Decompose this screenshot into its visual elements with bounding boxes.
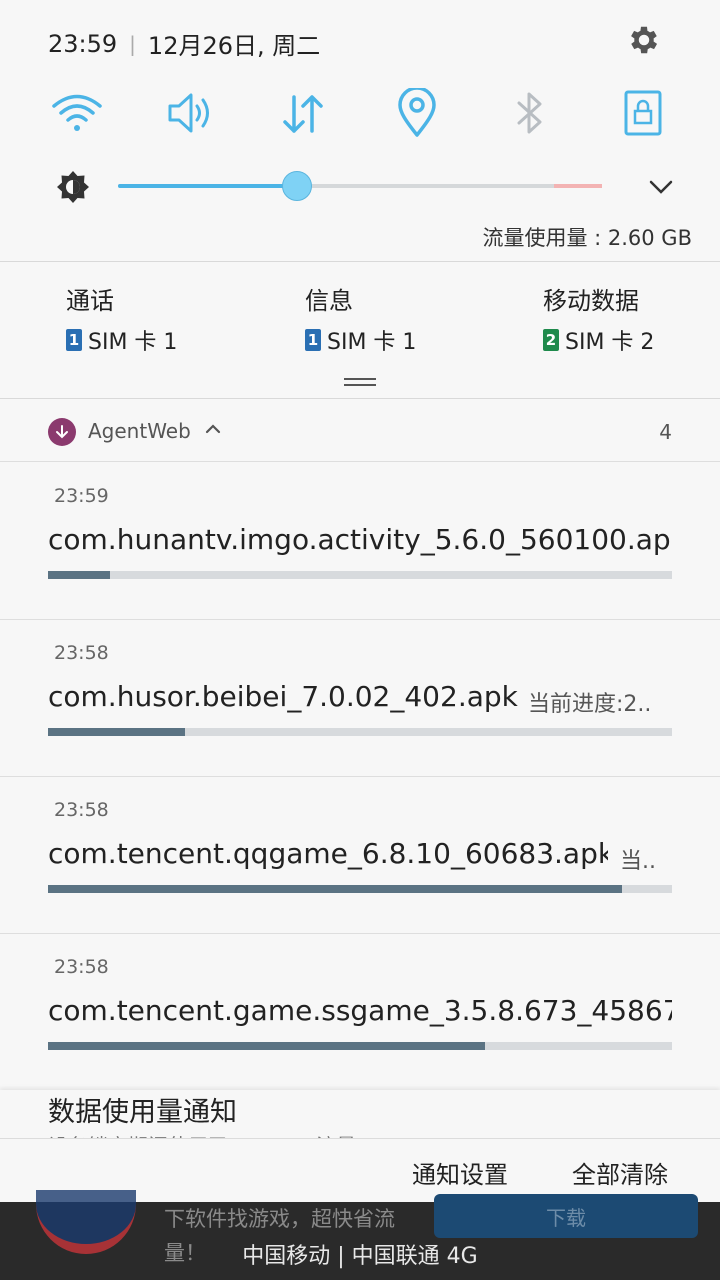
notification-time: 23:58 bbox=[54, 799, 109, 821]
chevron-down-icon[interactable] bbox=[646, 172, 676, 202]
clear-all-button[interactable]: 全部清除 bbox=[572, 1155, 668, 1190]
download-notification[interactable]: 23:59 com.hunantv.imgo.activity_5.6.0_56… bbox=[0, 463, 720, 620]
sim-1-badge-icon: 1 bbox=[66, 329, 82, 351]
download-notification[interactable]: 23:58 com.tencent.qqgame_6.8.10_60683.ap… bbox=[0, 777, 720, 934]
sim-mobile-data-label: SIM 卡 2 bbox=[565, 330, 655, 355]
brightness-slider-fill bbox=[118, 184, 298, 188]
sim-mobile-data-title: 移动数据 bbox=[543, 287, 639, 315]
notification-title: com.hunantv.imgo.activity_5.6.0_560100.a… bbox=[48, 523, 672, 556]
sound-toggle[interactable] bbox=[163, 86, 217, 140]
sim-calls[interactable]: 通话 1 SIM 卡 1 bbox=[66, 281, 177, 356]
download-progress-bar bbox=[48, 885, 672, 893]
sim-messages-title: 信息 bbox=[305, 287, 353, 315]
sim-2-badge-icon: 2 bbox=[543, 329, 559, 351]
wifi-toggle[interactable] bbox=[50, 86, 104, 140]
data-usage-label: 流量使用量 : 2.60 GB bbox=[482, 226, 692, 250]
mobile-data-icon bbox=[283, 95, 324, 133]
sim-calls-title: 通话 bbox=[66, 287, 114, 315]
screen-lock-toggle[interactable] bbox=[616, 86, 670, 140]
sim-calls-label: SIM 卡 1 bbox=[88, 330, 178, 355]
bluetooth-toggle[interactable] bbox=[503, 86, 557, 140]
notification-count: 4 bbox=[659, 420, 672, 444]
location-toggle[interactable] bbox=[390, 86, 444, 140]
data-usage-notification[interactable]: 数据使用量通知 设备锁定期间使用了 114 MB 流量 bbox=[0, 1090, 720, 1138]
notification-app-name: AgentWeb bbox=[88, 419, 191, 443]
sim-messages-label: SIM 卡 1 bbox=[327, 330, 417, 355]
sim-1-badge-icon: 1 bbox=[305, 329, 321, 351]
wifi-icon bbox=[52, 94, 102, 131]
quick-toggle-row bbox=[50, 86, 670, 140]
sim-messages[interactable]: 信息 1 SIM 卡 1 bbox=[305, 281, 416, 356]
notification-progress-label: 当前进度:2.. bbox=[528, 692, 652, 717]
download-progress-fill bbox=[48, 571, 111, 579]
brightness-slider-handle[interactable] bbox=[282, 171, 313, 201]
clock: 23:59 bbox=[48, 29, 118, 58]
download-progress-fill bbox=[48, 1042, 485, 1050]
brightness-slider[interactable] bbox=[118, 171, 602, 201]
sound-icon bbox=[168, 93, 210, 133]
background-app-strip: 下软件找游戏，超快省流量！ 下载 中国移动 | 中国联通 4G bbox=[0, 1190, 720, 1280]
settings-gear-icon[interactable] bbox=[626, 22, 662, 58]
download-notification[interactable]: 23:58 com.husor.beibei_7.0.02_402.apk 当前… bbox=[0, 620, 720, 777]
status-row: 23:59 | 12月26日, 周二 bbox=[48, 26, 320, 61]
quick-settings-panel: 23:59 | 12月26日, 周二 流量使用量: 2.60 GB bbox=[0, 0, 720, 262]
notification-title: com.husor.beibei_7.0.02_402.apk bbox=[48, 680, 518, 713]
notification-title: com.tencent.game.ssgame_3.5.8.673_45867.… bbox=[48, 994, 672, 1027]
sim-mobile-data[interactable]: 移动数据 2 SIM 卡 2 bbox=[543, 281, 654, 356]
download-progress-bar bbox=[48, 728, 672, 736]
notification-title: com.tencent.qqgame_6.8.10_60683.apk bbox=[48, 837, 608, 870]
notification-time: 23:58 bbox=[54, 642, 109, 664]
download-progress-fill bbox=[48, 728, 186, 736]
mobile-data-toggle[interactable] bbox=[276, 86, 330, 140]
background-download-button: 下载 bbox=[434, 1194, 698, 1238]
date-label: 12月26日, 周二 bbox=[147, 32, 321, 60]
notification-time: 23:59 bbox=[54, 485, 109, 507]
sim-settings: 通话 1 SIM 卡 1 信息 1 SIM 卡 1 移动数据 2 SIM 卡 2 bbox=[0, 263, 720, 399]
brightness-icon bbox=[57, 171, 89, 203]
notification-progress-label: 当.. bbox=[620, 849, 656, 874]
notification-time: 23:58 bbox=[54, 956, 109, 978]
chevron-up-icon[interactable] bbox=[204, 420, 222, 438]
brightness-slider-warning-zone bbox=[554, 184, 602, 188]
drag-handle[interactable] bbox=[344, 378, 376, 386]
location-icon bbox=[397, 88, 436, 137]
download-progress-bar bbox=[48, 1042, 672, 1050]
bluetooth-icon bbox=[517, 92, 542, 134]
notification-group-header[interactable]: AgentWeb 4 bbox=[0, 400, 720, 462]
download-notification[interactable]: 23:58 com.tencent.game.ssgame_3.5.8.673_… bbox=[0, 934, 720, 1091]
brightness-control bbox=[56, 166, 676, 206]
download-progress-fill bbox=[48, 885, 623, 893]
download-progress-bar bbox=[48, 571, 672, 579]
download-icon bbox=[48, 418, 76, 446]
screen-lock-icon bbox=[624, 90, 662, 136]
data-usage-notification-title: 数据使用量通知 bbox=[48, 1097, 237, 1128]
status-separator: | bbox=[129, 31, 136, 56]
data-usage-notification-text: 设备锁定期间使用了 114 MB 流量 bbox=[48, 1130, 356, 1138]
notification-settings-button[interactable]: 通知设置 bbox=[412, 1155, 508, 1190]
carrier-label: 中国移动 | 中国联通 4G bbox=[242, 1244, 478, 1269]
